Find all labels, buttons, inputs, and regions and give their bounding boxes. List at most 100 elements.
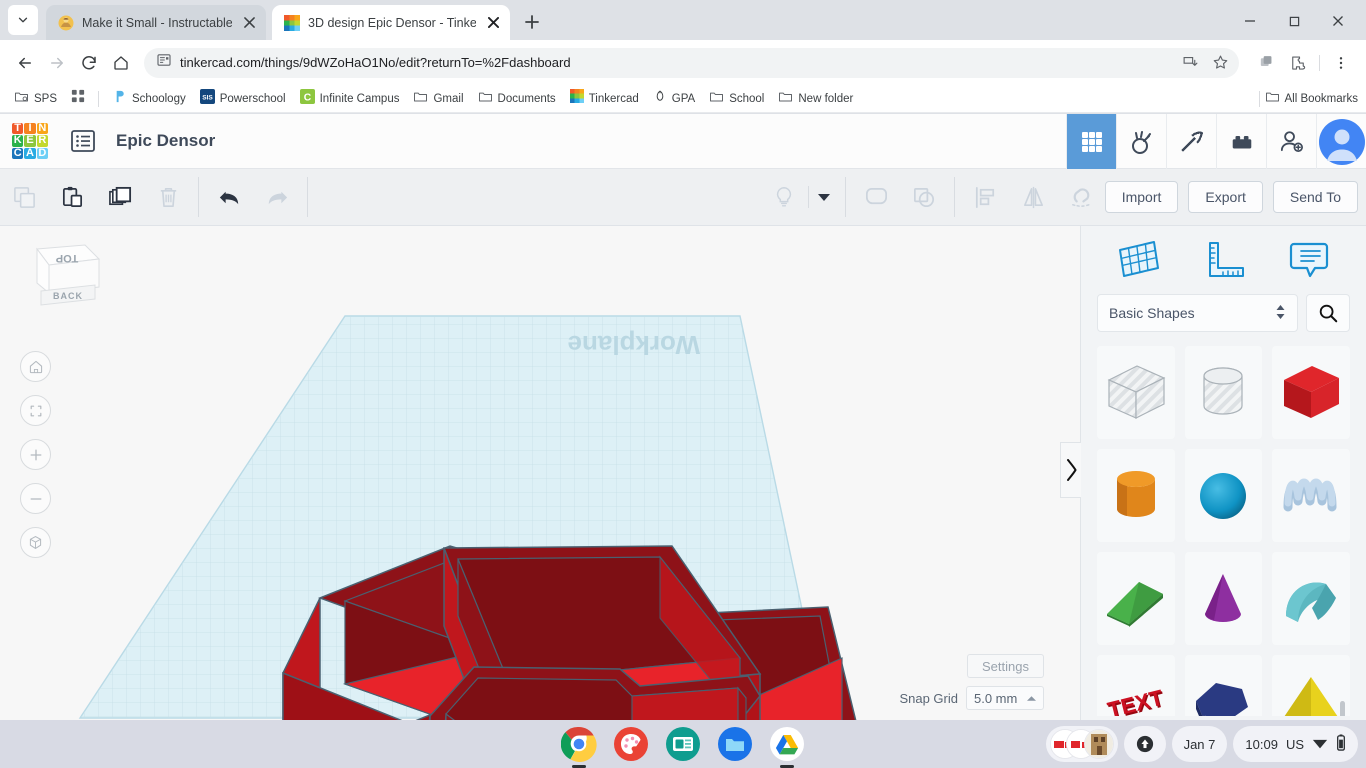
ruler-tool-icon[interactable] xyxy=(1195,234,1251,286)
profile-icon[interactable] xyxy=(1251,48,1281,78)
bookmark-documents[interactable]: Documents xyxy=(472,86,562,112)
snap-grid-select[interactable]: 5.0 mm xyxy=(966,686,1044,710)
extensions-puzzle-icon[interactable] xyxy=(1283,48,1313,78)
shape-half-cylinder[interactable] xyxy=(1272,552,1350,645)
view-cube-top-label: TOP xyxy=(56,252,78,264)
undo-button[interactable] xyxy=(205,169,253,226)
redo-button[interactable] xyxy=(253,169,301,226)
bookmark-gmail[interactable]: Gmail xyxy=(407,86,469,112)
group-button[interactable] xyxy=(852,169,900,226)
browser-toolbar: tinkercad.com/things/9dWZoHaO1No/edit?re… xyxy=(0,40,1366,85)
grid-designs-icon[interactable] xyxy=(1066,114,1116,169)
codeblocks-icon[interactable] xyxy=(1116,114,1166,169)
shape-box-hole[interactable] xyxy=(1097,346,1175,439)
zoom-out-button[interactable] xyxy=(20,483,51,514)
files-app[interactable] xyxy=(717,726,753,762)
minimize-icon[interactable] xyxy=(1228,10,1272,32)
bookmark-school[interactable]: School xyxy=(703,86,770,112)
reload-button[interactable] xyxy=(74,48,104,78)
panel-collapse-button[interactable] xyxy=(1060,442,1081,498)
zoom-in-button[interactable] xyxy=(20,439,51,470)
canvas-paint-app[interactable] xyxy=(613,726,649,762)
google-drive-app[interactable] xyxy=(769,726,805,768)
panel-scrollbar[interactable] xyxy=(1340,701,1345,716)
shape-sphere[interactable] xyxy=(1184,449,1263,542)
workplane-tool-icon[interactable] xyxy=(1110,234,1166,286)
bookmark-gpa[interactable]: GPA xyxy=(647,86,701,111)
paste-button[interactable] xyxy=(48,169,96,226)
delete-button[interactable] xyxy=(144,169,192,226)
bookmark-powerschool[interactable]: SIS Powerschool xyxy=(194,86,292,112)
3d-viewport[interactable]: Workplane TOP BACK Settings Snap Grid 5.… xyxy=(0,226,1080,720)
settings-button[interactable]: Settings xyxy=(967,654,1044,678)
forward-button[interactable] xyxy=(42,48,72,78)
lightbulb-button[interactable] xyxy=(760,169,808,226)
bookmark-star-icon[interactable] xyxy=(1207,50,1233,76)
shape-text[interactable]: TEXT TEXT xyxy=(1097,655,1175,716)
chrome-app[interactable] xyxy=(561,726,597,768)
media-app[interactable] xyxy=(665,726,701,762)
copy-button[interactable] xyxy=(0,169,48,226)
page-info-icon[interactable] xyxy=(156,52,172,73)
bookmark-new-folder[interactable]: New folder xyxy=(772,86,859,112)
send-to-button[interactable]: Send To xyxy=(1272,181,1358,213)
system-shelf: Jan 7 10:09 US xyxy=(0,720,1366,768)
import-button[interactable]: Import xyxy=(1104,181,1179,213)
tab-instructables[interactable]: Make it Small - Instructables xyxy=(46,5,266,40)
magnet-button[interactable] xyxy=(1057,169,1105,226)
status-area-button[interactable]: 10:09 US xyxy=(1233,726,1358,762)
logo-tile-t: T xyxy=(12,122,24,135)
more-menu-icon[interactable] xyxy=(1326,48,1356,78)
invite-people-icon[interactable] xyxy=(1266,114,1316,169)
install-app-icon[interactable] xyxy=(1177,50,1203,76)
extension-icons xyxy=(1251,48,1356,78)
project-menu-button[interactable] xyxy=(66,124,100,158)
date-button[interactable]: Jan 7 xyxy=(1171,726,1228,762)
shape-search-button[interactable] xyxy=(1306,294,1350,332)
shape-roof-wedge[interactable] xyxy=(1097,552,1175,645)
tinkercad-logo[interactable]: T I N K E R C A D xyxy=(12,122,48,159)
view-cube[interactable]: TOP BACK xyxy=(27,241,101,313)
address-bar[interactable]: tinkercad.com/things/9dWZoHaO1No/edit?re… xyxy=(144,47,1239,78)
align-button[interactable] xyxy=(961,169,1009,226)
all-bookmarks[interactable]: All Bookmarks xyxy=(1254,89,1358,109)
maximize-icon[interactable] xyxy=(1272,10,1316,32)
lightbulb-dropdown[interactable] xyxy=(809,169,839,226)
fit-view-button[interactable] xyxy=(20,395,51,426)
app-header: T I N K E R C A D Epic Densor xyxy=(0,114,1366,169)
bookmark-tinkercad[interactable]: Tinkercad xyxy=(564,86,645,111)
bookmark-apps[interactable] xyxy=(65,86,91,111)
home-button[interactable] xyxy=(106,48,136,78)
export-button[interactable]: Export xyxy=(1188,181,1263,213)
window-thumbnails[interactable] xyxy=(1045,726,1118,762)
shape-scribble[interactable] xyxy=(1272,449,1350,542)
perspective-toggle-button[interactable] xyxy=(20,527,51,558)
shape-category-select[interactable]: Basic Shapes xyxy=(1097,294,1298,332)
close-icon[interactable] xyxy=(484,14,502,32)
tinkercad-app: T I N K E R C A D Epic Densor Import Exp… xyxy=(0,114,1366,720)
lego-brick-icon[interactable] xyxy=(1216,114,1266,169)
shape-polygon[interactable] xyxy=(1184,655,1263,716)
update-available-button[interactable] xyxy=(1123,726,1166,762)
bookmark-schoology[interactable]: Schoology xyxy=(106,86,192,112)
duplicate-button[interactable] xyxy=(96,169,144,226)
shape-cone[interactable] xyxy=(1184,552,1263,645)
close-icon[interactable] xyxy=(240,14,258,32)
shape-pyramid[interactable] xyxy=(1272,655,1350,716)
minecraft-pickaxe-icon[interactable] xyxy=(1166,114,1216,169)
notes-tool-icon[interactable] xyxy=(1281,234,1337,286)
shape-cylinder-hole[interactable] xyxy=(1184,346,1263,439)
close-window-icon[interactable] xyxy=(1316,10,1360,32)
avatar[interactable] xyxy=(1316,114,1366,169)
bookmark-sps[interactable]: SPS xyxy=(8,86,63,112)
shape-box[interactable] xyxy=(1272,346,1350,439)
mirror-button[interactable] xyxy=(1009,169,1057,226)
back-button[interactable] xyxy=(10,48,40,78)
home-view-button[interactable] xyxy=(20,351,51,382)
tab-search-chevron[interactable] xyxy=(8,5,38,35)
shape-cylinder[interactable] xyxy=(1097,449,1175,542)
bookmark-infinite-campus[interactable]: C Infinite Campus xyxy=(294,86,406,112)
ungroup-button[interactable] xyxy=(900,169,948,226)
new-tab-button[interactable] xyxy=(518,8,546,36)
tab-tinkercad[interactable]: 3D design Epic Densor - Tinkercad xyxy=(272,5,510,40)
